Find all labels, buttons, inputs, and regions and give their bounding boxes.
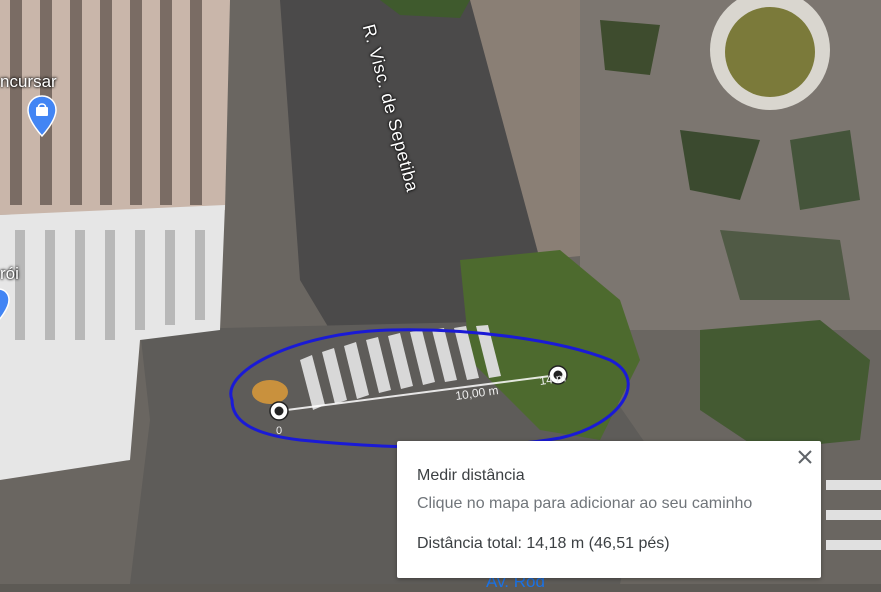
panel-hint: Clique no mapa para adicionar ao seu cam… — [417, 495, 753, 512]
panel-title: Medir distância — [417, 467, 525, 484]
poi-label-mid[interactable]: rói — [0, 264, 19, 284]
measure-start-label: 0 — [276, 425, 282, 437]
close-icon[interactable] — [795, 447, 815, 467]
blue-pin-icon[interactable] — [0, 288, 10, 322]
shopping-bag-pin-icon[interactable] — [27, 95, 57, 137]
poi-label-top[interactable]: ncursar — [0, 72, 57, 92]
measure-distance-panel: Medir distância Clique no mapa para adic… — [397, 441, 821, 578]
total-distance: Distância total: 14,18 m (46,51 pés) — [417, 535, 670, 552]
